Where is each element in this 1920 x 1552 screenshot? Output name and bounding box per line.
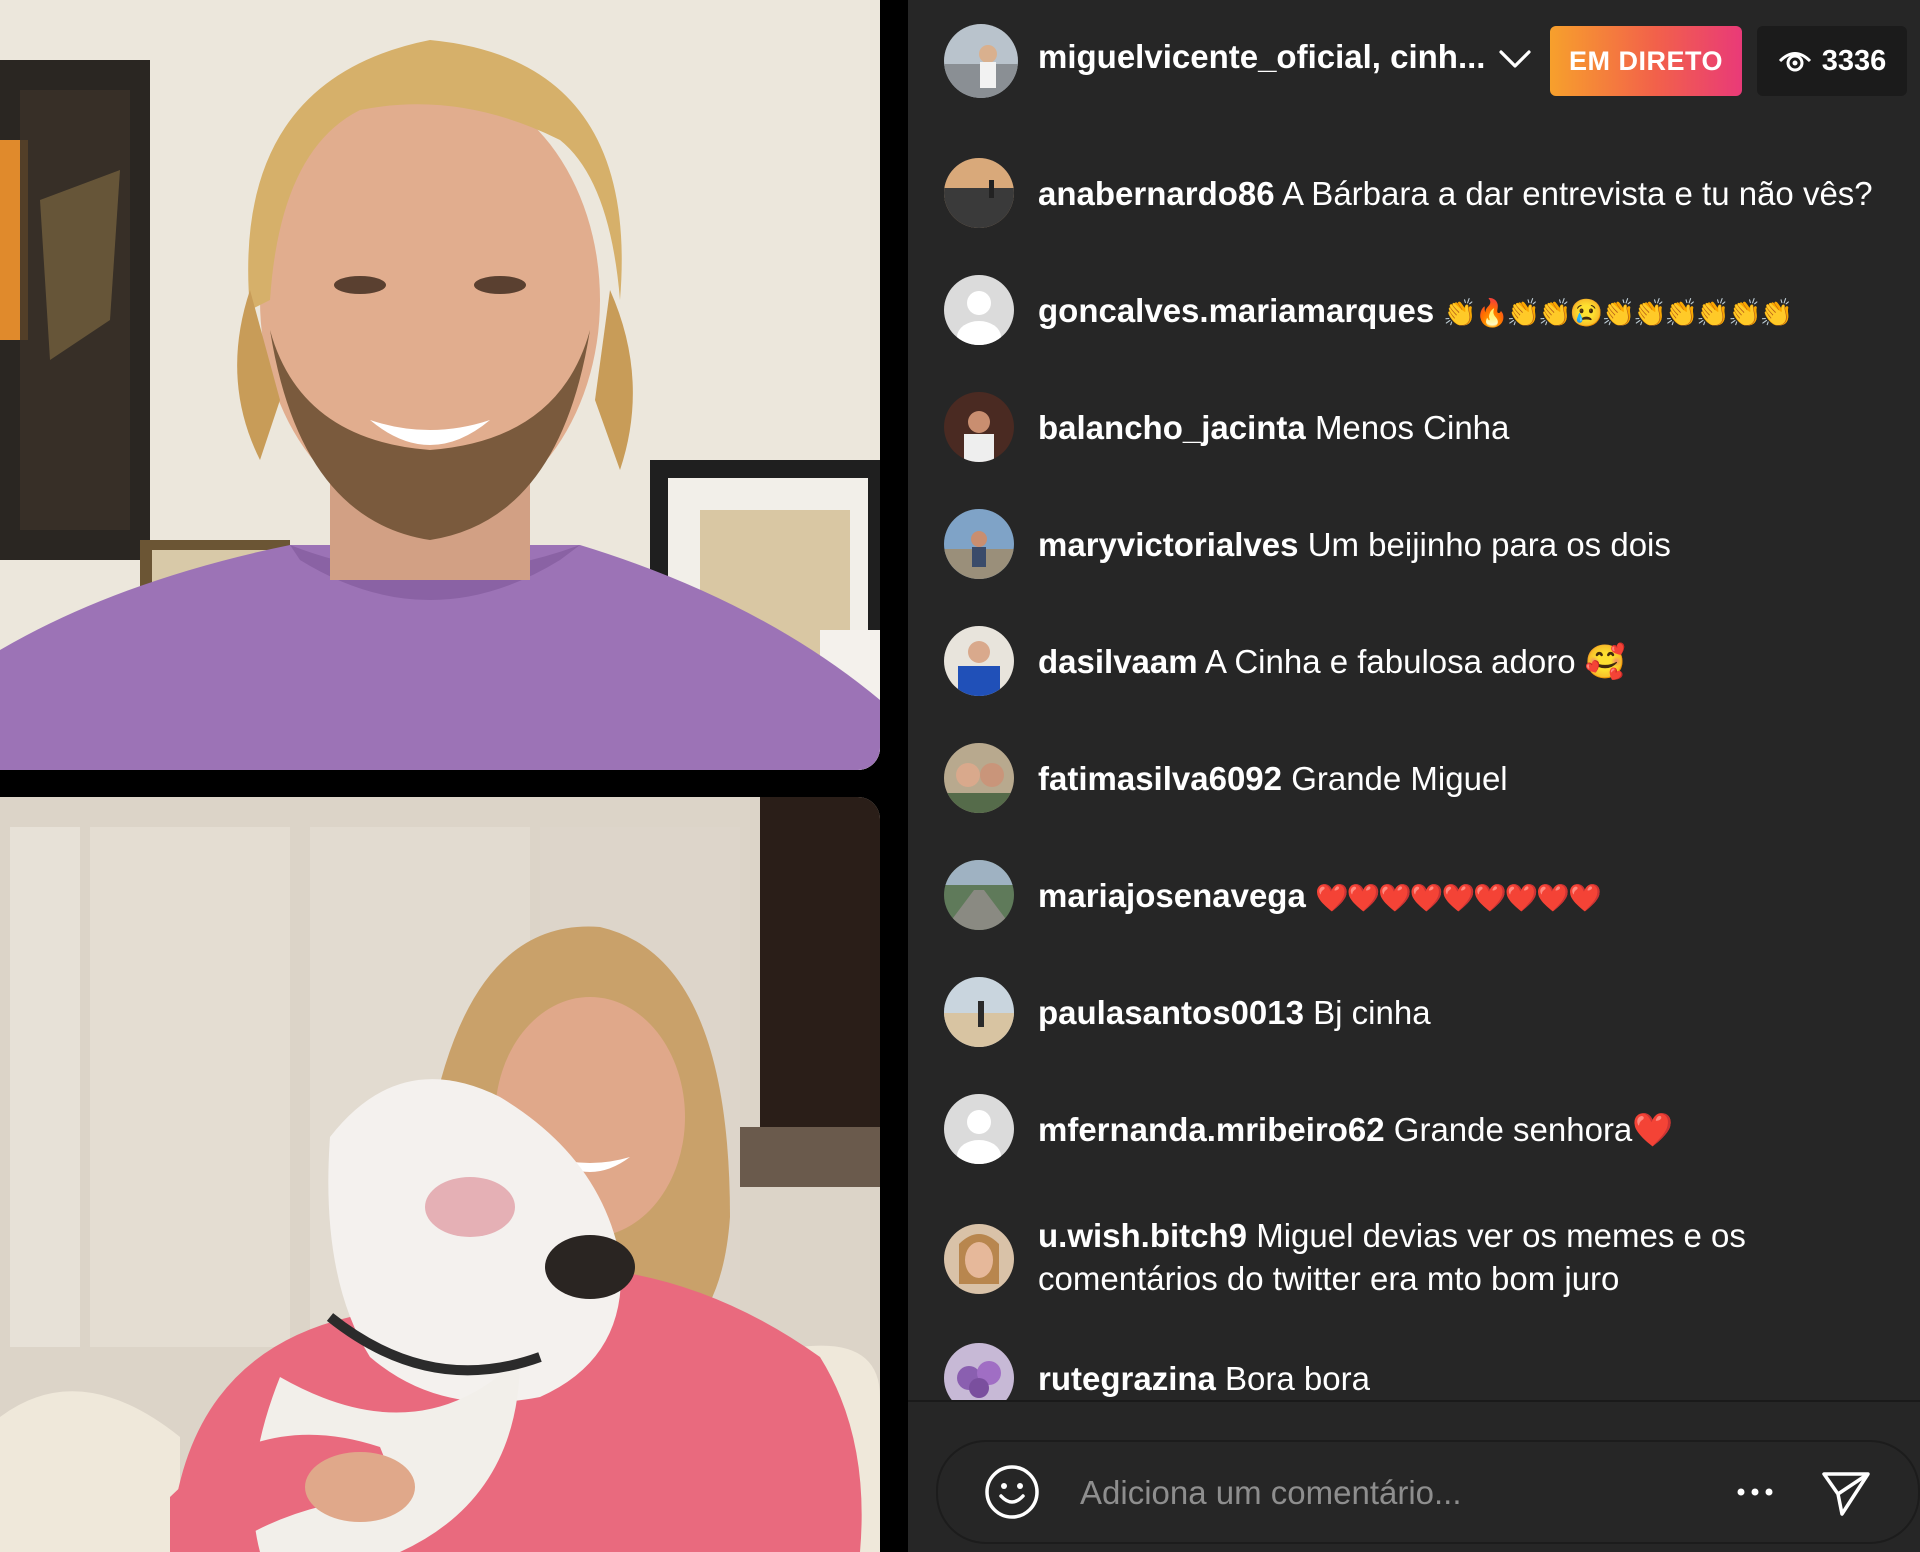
comment-username[interactable]: mfernanda.mribeiro62 xyxy=(1038,1111,1385,1148)
chevron-down-icon[interactable] xyxy=(1498,48,1532,70)
comment-text: 👏🔥👏👏😢👏👏👏👏👏👏 xyxy=(1443,298,1793,328)
comment-username[interactable]: dasilvaam xyxy=(1038,643,1198,680)
comment-item: mariajosenavega ❤️❤️❤️❤️❤️❤️❤️❤️❤️ xyxy=(944,848,1904,948)
comment-username[interactable]: rutegrazina xyxy=(1038,1360,1216,1397)
comment-item: dasilvaam A Cinha e fabulosa adoro 🥰 xyxy=(944,614,1904,714)
comment-username[interactable]: balancho_jacinta xyxy=(1038,409,1306,446)
viewer-count-badge[interactable]: 3336 xyxy=(1757,26,1907,96)
comment-text: Bora bora xyxy=(1225,1360,1370,1397)
host-video-frame xyxy=(0,0,880,770)
comment-item: mfernanda.mribeiro62 Grande senhora❤️ xyxy=(944,1082,1904,1182)
eye-icon xyxy=(1778,52,1811,72)
comment-text: ❤️❤️❤️❤️❤️❤️❤️❤️❤️ xyxy=(1315,883,1602,913)
sunset-avatar[interactable] xyxy=(944,158,1014,228)
host-avatar[interactable] xyxy=(944,24,1018,98)
comment-text: Bj cinha xyxy=(1313,994,1431,1031)
comment-input[interactable] xyxy=(1078,1466,1602,1520)
guest-video-feed[interactable] xyxy=(0,797,880,1552)
beach-avatar[interactable] xyxy=(944,977,1014,1047)
comment-item: anabernardo86 A Bárbara a dar entrevista… xyxy=(944,146,1904,246)
comment-text: A Bárbara a dar entrevista e tu não vês? xyxy=(1281,175,1873,212)
person-avatar[interactable] xyxy=(944,509,1014,579)
video-divider xyxy=(880,0,908,1552)
person-avatar[interactable] xyxy=(944,626,1014,696)
comment-text: Um beijinho para os dois xyxy=(1307,526,1671,563)
live-badge: EM DIRETO xyxy=(1550,26,1742,96)
couple-avatar[interactable] xyxy=(944,743,1014,813)
comment-username[interactable]: u.wish.bitch9 xyxy=(1038,1217,1247,1254)
default-avatar[interactable] xyxy=(944,1094,1014,1164)
person-avatar[interactable] xyxy=(944,1224,1014,1294)
live-header: miguelvicente_oficial, cinh... EM DIRETO… xyxy=(908,0,1920,122)
comment-username[interactable]: anabernardo86 xyxy=(1038,175,1275,212)
viewer-count: 3336 xyxy=(1821,44,1887,77)
comments-list[interactable]: anabernardo86 A Bárbara a dar entrevista… xyxy=(908,122,1920,1400)
guest-video-frame xyxy=(0,797,880,1552)
comment-item: u.wish.bitch9 Miguel devias ver os memes… xyxy=(944,1200,1904,1310)
comment-text: Grande senhora❤️ xyxy=(1393,1111,1674,1148)
comment-item: goncalves.mariamarques 👏🔥👏👏😢👏👏👏👏👏👏 xyxy=(944,263,1904,363)
comment-text: Grande Miguel xyxy=(1291,760,1508,797)
person-avatar[interactable] xyxy=(944,392,1014,462)
comment-username[interactable]: paulasantos0013 xyxy=(1038,994,1304,1031)
comment-item: paulasantos0013 Bj cinha xyxy=(944,965,1904,1065)
host-names[interactable]: miguelvicente_oficial, cinh... xyxy=(1038,38,1485,76)
smiley-icon[interactable] xyxy=(984,1464,1040,1520)
comment-item: balancho_jacinta Menos Cinha xyxy=(944,380,1904,480)
composer-divider xyxy=(908,1400,1920,1402)
flowers-avatar[interactable] xyxy=(944,1343,1014,1400)
comment-username[interactable]: maryvictorialves xyxy=(1038,526,1299,563)
host-avatar-image xyxy=(944,24,1018,98)
landscape-avatar[interactable] xyxy=(944,860,1014,930)
default-avatar[interactable] xyxy=(944,275,1014,345)
comment-composer xyxy=(936,1440,1920,1544)
paper-plane-icon[interactable] xyxy=(1820,1468,1872,1518)
live-chat-panel: miguelvicente_oficial, cinh... EM DIRETO… xyxy=(908,0,1920,1552)
comment-username[interactable]: mariajosenavega xyxy=(1038,877,1306,914)
comment-text: Menos Cinha xyxy=(1314,409,1510,446)
comment-username[interactable]: fatimasilva6092 xyxy=(1038,760,1282,797)
comment-item: fatimasilva6092 Grande Miguel xyxy=(944,731,1904,831)
comment-item: maryvictorialves Um beijinho para os doi… xyxy=(944,497,1904,597)
comment-username[interactable]: goncalves.mariamarques xyxy=(1038,292,1434,329)
video-area xyxy=(0,0,880,1552)
comment-text: A Cinha e fabulosa adoro 🥰 xyxy=(1204,643,1626,680)
ellipsis-icon[interactable] xyxy=(1734,1480,1776,1504)
comment-item: rutegrazina Bora bora xyxy=(944,1331,1904,1400)
host-video-feed[interactable] xyxy=(0,0,880,770)
